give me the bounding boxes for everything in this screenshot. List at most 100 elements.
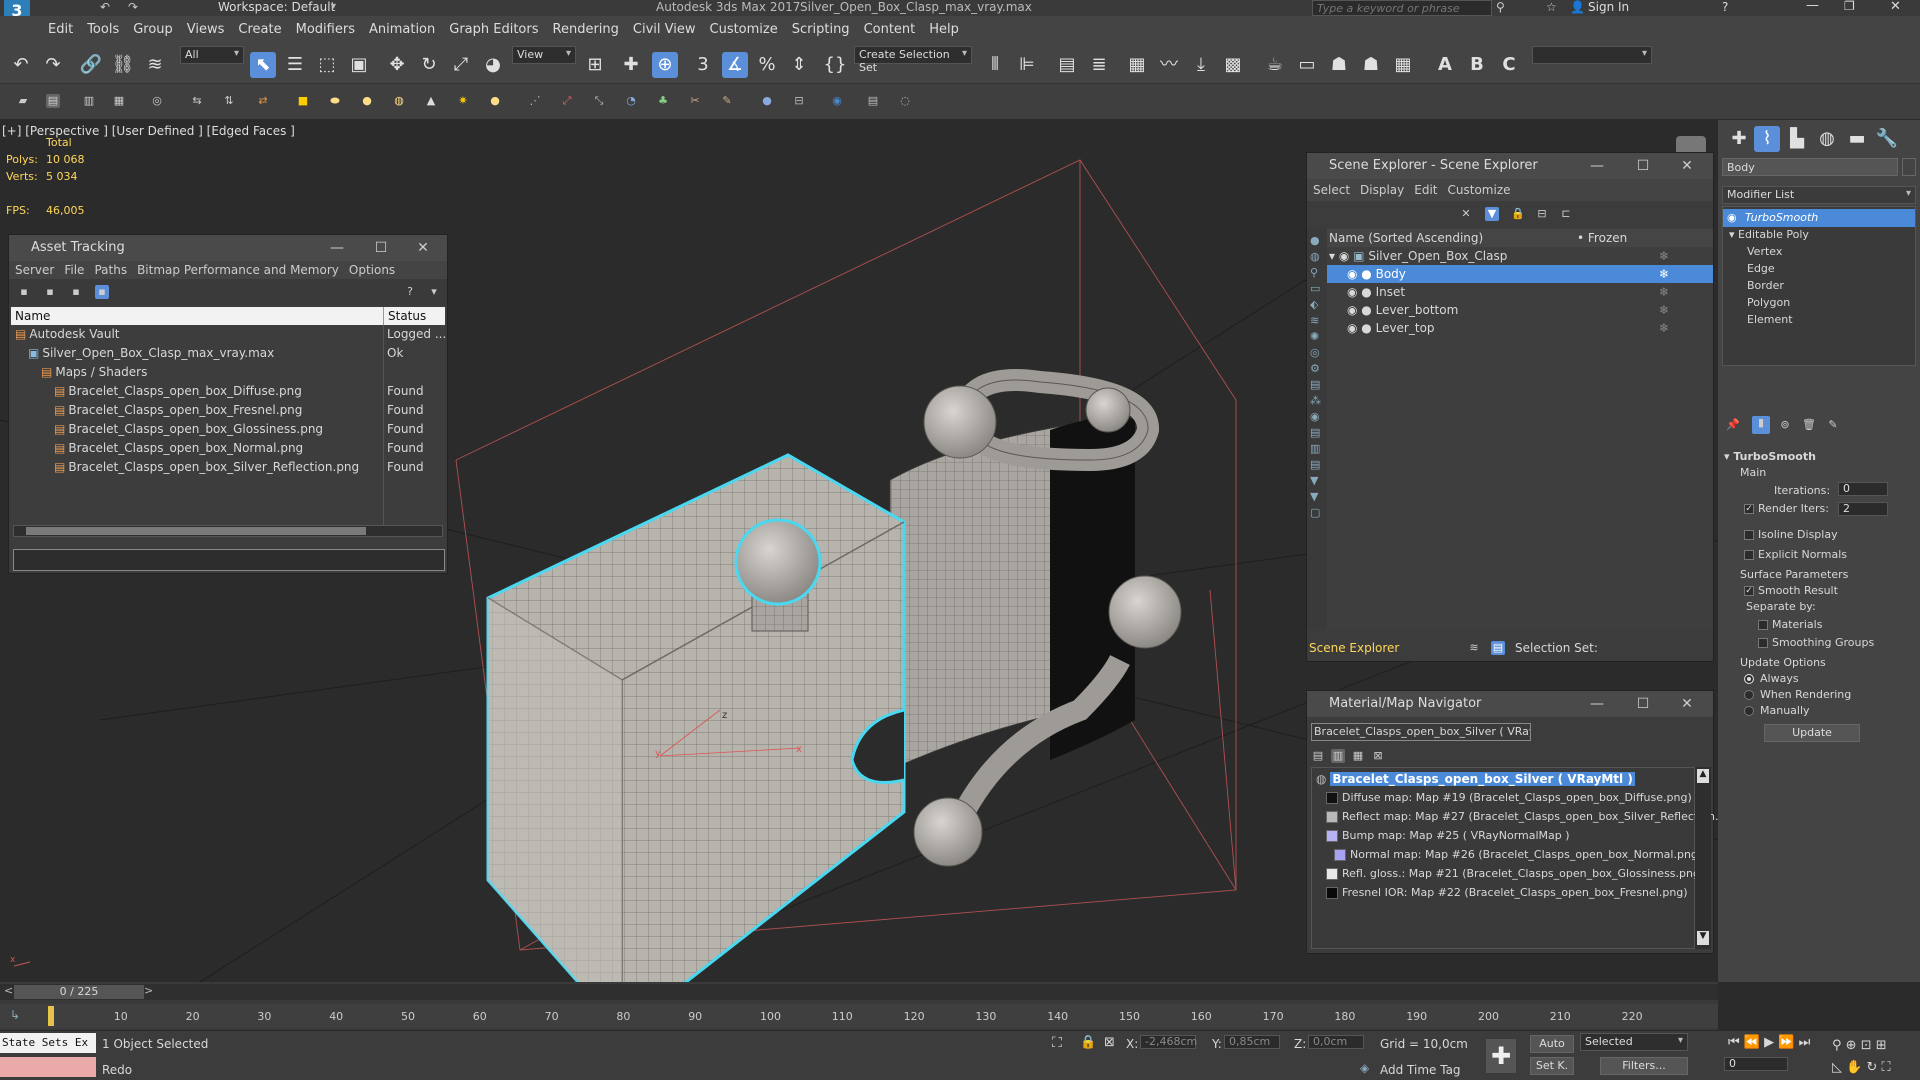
redo-title-icon[interactable]: ↷ xyxy=(128,0,138,14)
menu-group[interactable]: Group xyxy=(133,22,173,37)
place-icon[interactable]: ◕ xyxy=(480,52,506,78)
at-menu-options[interactable]: Options xyxy=(349,263,395,277)
play-icon[interactable]: ▶ xyxy=(1764,1035,1774,1050)
asset-row[interactable]: ▤ Bracelet_Clasps_open_box_Fresnel.png xyxy=(11,401,383,419)
menu-customize[interactable]: Customize xyxy=(710,22,778,37)
modifier-stack-item[interactable]: ▾ Editable Poly xyxy=(1723,226,1915,244)
link-icon[interactable]: 🔗 xyxy=(78,52,104,78)
list-view-icon[interactable]: ▤ xyxy=(1311,749,1325,763)
add-time-tag[interactable]: Add Time Tag xyxy=(1380,1063,1461,1077)
asset-tracking-minimize-icon[interactable]: — xyxy=(319,237,355,259)
material-navigator-title-bar[interactable]: Material/Map Navigator — ☐ ✕ xyxy=(1307,691,1713,717)
layers-icon[interactable]: ≋ xyxy=(1467,641,1481,655)
isolate-icon[interactable]: ⛶ xyxy=(1052,1035,1062,1051)
remove-modifier-icon[interactable]: 🗑 xyxy=(1802,418,1816,432)
frozen-icon[interactable]: ❄ xyxy=(1659,301,1669,319)
tool-icon-3[interactable]: ▥ xyxy=(82,94,96,108)
tool-icon-20[interactable]: ◌ xyxy=(898,94,912,108)
modify-tab-icon[interactable]: ⌇ xyxy=(1754,126,1780,152)
menu-create[interactable]: Create xyxy=(238,22,281,37)
menu-tools[interactable]: Tools xyxy=(87,22,119,37)
box-icon[interactable]: ■ xyxy=(296,94,310,108)
asset-tracking-maximize-icon[interactable]: ☐ xyxy=(363,237,399,259)
sign-in-link[interactable]: Sign In xyxy=(1588,0,1629,14)
at-tool-2-icon[interactable]: ▪ xyxy=(43,285,57,299)
object-color-swatch[interactable] xyxy=(1902,158,1916,176)
field-of-view-icon[interactable]: ◺ xyxy=(1832,1060,1842,1075)
keyboard-shortcut-icon[interactable]: ⊕ xyxy=(652,52,678,78)
z-coord-field[interactable]: 0,0cm xyxy=(1308,1035,1364,1049)
se-menu-display[interactable]: Display xyxy=(1360,183,1404,197)
prev-frame-icon[interactable]: ⏪ xyxy=(1744,1035,1760,1050)
state-sets-field[interactable]: State Sets Ex xyxy=(0,1033,96,1053)
at-menu-file[interactable]: File xyxy=(64,263,84,277)
scene-explorer-footer-label[interactable]: Scene Explorer xyxy=(1309,641,1399,655)
scene-explorer-minimize-icon[interactable]: — xyxy=(1579,155,1615,177)
visible-eye-icon[interactable]: ◉ xyxy=(1347,303,1361,317)
selection-filter-dropdown[interactable]: All xyxy=(180,46,244,64)
tool-icon-10[interactable]: ⤢ xyxy=(560,94,574,108)
percent-snap-icon[interactable]: % xyxy=(754,52,780,78)
modifier-on-icon[interactable]: ◉ xyxy=(1727,209,1737,227)
menu-modifiers[interactable]: Modifiers xyxy=(296,22,355,37)
hierarchy-icon[interactable]: ⊟ xyxy=(1535,207,1549,221)
scene-explorer-title-bar[interactable]: Scene Explorer - Scene Explorer — ☐ ✕ xyxy=(1307,153,1713,179)
unlink-icon[interactable]: ⛓ xyxy=(110,52,136,78)
x-coord-field[interactable]: -2,468cm xyxy=(1140,1035,1197,1049)
snaps-toggle-icon[interactable]: 3 xyxy=(690,52,716,78)
tool-icon-11[interactable]: ⤡ xyxy=(592,94,606,108)
asset-row[interactable]: ▤ Bracelet_Clasps_open_box_Silver_Reflect… xyxy=(11,458,383,476)
scene-col-frozen-header[interactable]: • Frozen xyxy=(1577,229,1627,247)
asset-tracking-scrollbar[interactable] xyxy=(13,525,443,537)
utilities-tab-icon[interactable]: 🔧 xyxy=(1874,126,1900,152)
tool-icon-6[interactable]: ⇆ xyxy=(190,94,204,108)
redo-icon[interactable]: ↷ xyxy=(40,52,66,78)
explicit-normals-checkbox[interactable] xyxy=(1744,550,1754,560)
tool-icon-9[interactable]: ⋰ xyxy=(528,94,542,108)
scene-item-lever-top[interactable]: ◉ ● Lever_top ❄ xyxy=(1327,319,1713,337)
se-menu-customize[interactable]: Customize xyxy=(1448,183,1511,197)
rect-selection-icon[interactable]: ⬚ xyxy=(314,52,340,78)
modifier-stack-item[interactable]: Element xyxy=(1723,311,1915,329)
filter-icon[interactable]: ▼ xyxy=(1485,207,1499,221)
mirror-icon[interactable]: ⫴ xyxy=(982,52,1008,78)
display-tab-icon[interactable]: ▬ xyxy=(1844,126,1870,152)
frozen-icon[interactable]: ❄ xyxy=(1659,265,1669,283)
minimize-icon[interactable]: — xyxy=(1806,0,1819,13)
modifier-list-dropdown[interactable]: Modifier List xyxy=(1722,186,1916,204)
at-tool-1-icon[interactable]: ▪ xyxy=(17,285,31,299)
se-menu-edit[interactable]: Edit xyxy=(1414,183,1437,197)
scene-item-inset[interactable]: ◉ ● Inset ❄ xyxy=(1327,283,1713,301)
geosphere-icon[interactable]: ● xyxy=(488,94,502,108)
light-icon[interactable]: ✷ xyxy=(456,94,470,108)
material-tree-scrollbar[interactable]: ▲ ▼ xyxy=(1695,767,1711,949)
scene-root-row[interactable]: ▾ ◉ ▣ Silver_Open_Box_Clasp ❄ xyxy=(1327,247,1713,265)
rendered-frame-icon[interactable]: ▭ xyxy=(1294,52,1320,78)
asset-row[interactable]: ▤ Maps / Shaders xyxy=(11,363,383,381)
material-map-row[interactable]: Normal map: Map #26 (Bracelet_Clasps_ope… xyxy=(1334,846,1702,864)
asset-tracking-title-bar[interactable]: Asset Tracking — ☐ ✕ xyxy=(9,235,447,261)
current-frame-field[interactable]: 0 xyxy=(1724,1057,1788,1071)
tool-icon-16[interactable]: ● xyxy=(760,94,774,108)
rollout-title[interactable]: ▾ TurboSmooth xyxy=(1724,450,1816,463)
frame-counter[interactable]: 0 / 225 xyxy=(14,985,144,999)
update-button[interactable]: Update xyxy=(1764,724,1860,742)
angle-snap-icon[interactable]: ∡ xyxy=(722,52,748,78)
frozen-icon[interactable]: ❄ xyxy=(1659,247,1669,265)
asset-tracking-close-icon[interactable]: ✕ xyxy=(405,237,441,259)
tool-icon-12[interactable]: ◔ xyxy=(624,94,638,108)
tool-icon-18[interactable]: ◉ xyxy=(830,94,844,108)
render-cloud-icon[interactable]: ▦ xyxy=(1390,52,1416,78)
star-icon[interactable]: ☆ xyxy=(1546,0,1557,14)
options-icon[interactable]: ⊏ xyxy=(1559,207,1573,221)
create-tab-icon[interactable]: ✚ xyxy=(1726,126,1752,152)
frozen-icon[interactable]: ❄ xyxy=(1659,319,1669,337)
tool-icon-5[interactable]: ◎ xyxy=(150,94,164,108)
render-iterative-icon[interactable]: ☗ xyxy=(1358,52,1384,78)
smooth-result-checkbox[interactable]: ✓ xyxy=(1744,586,1754,596)
scene-item-body[interactable]: ◉ ● Body ❄ xyxy=(1327,265,1713,283)
go-start-icon[interactable]: ⏮ xyxy=(1728,1035,1740,1050)
viewcube-icon[interactable] xyxy=(1676,136,1706,152)
orbit-icon[interactable]: ↻ xyxy=(1866,1060,1877,1075)
material-root-row[interactable]: ◍ Bracelet_Clasps_open_box_Silver ( VRay… xyxy=(1316,770,1692,788)
